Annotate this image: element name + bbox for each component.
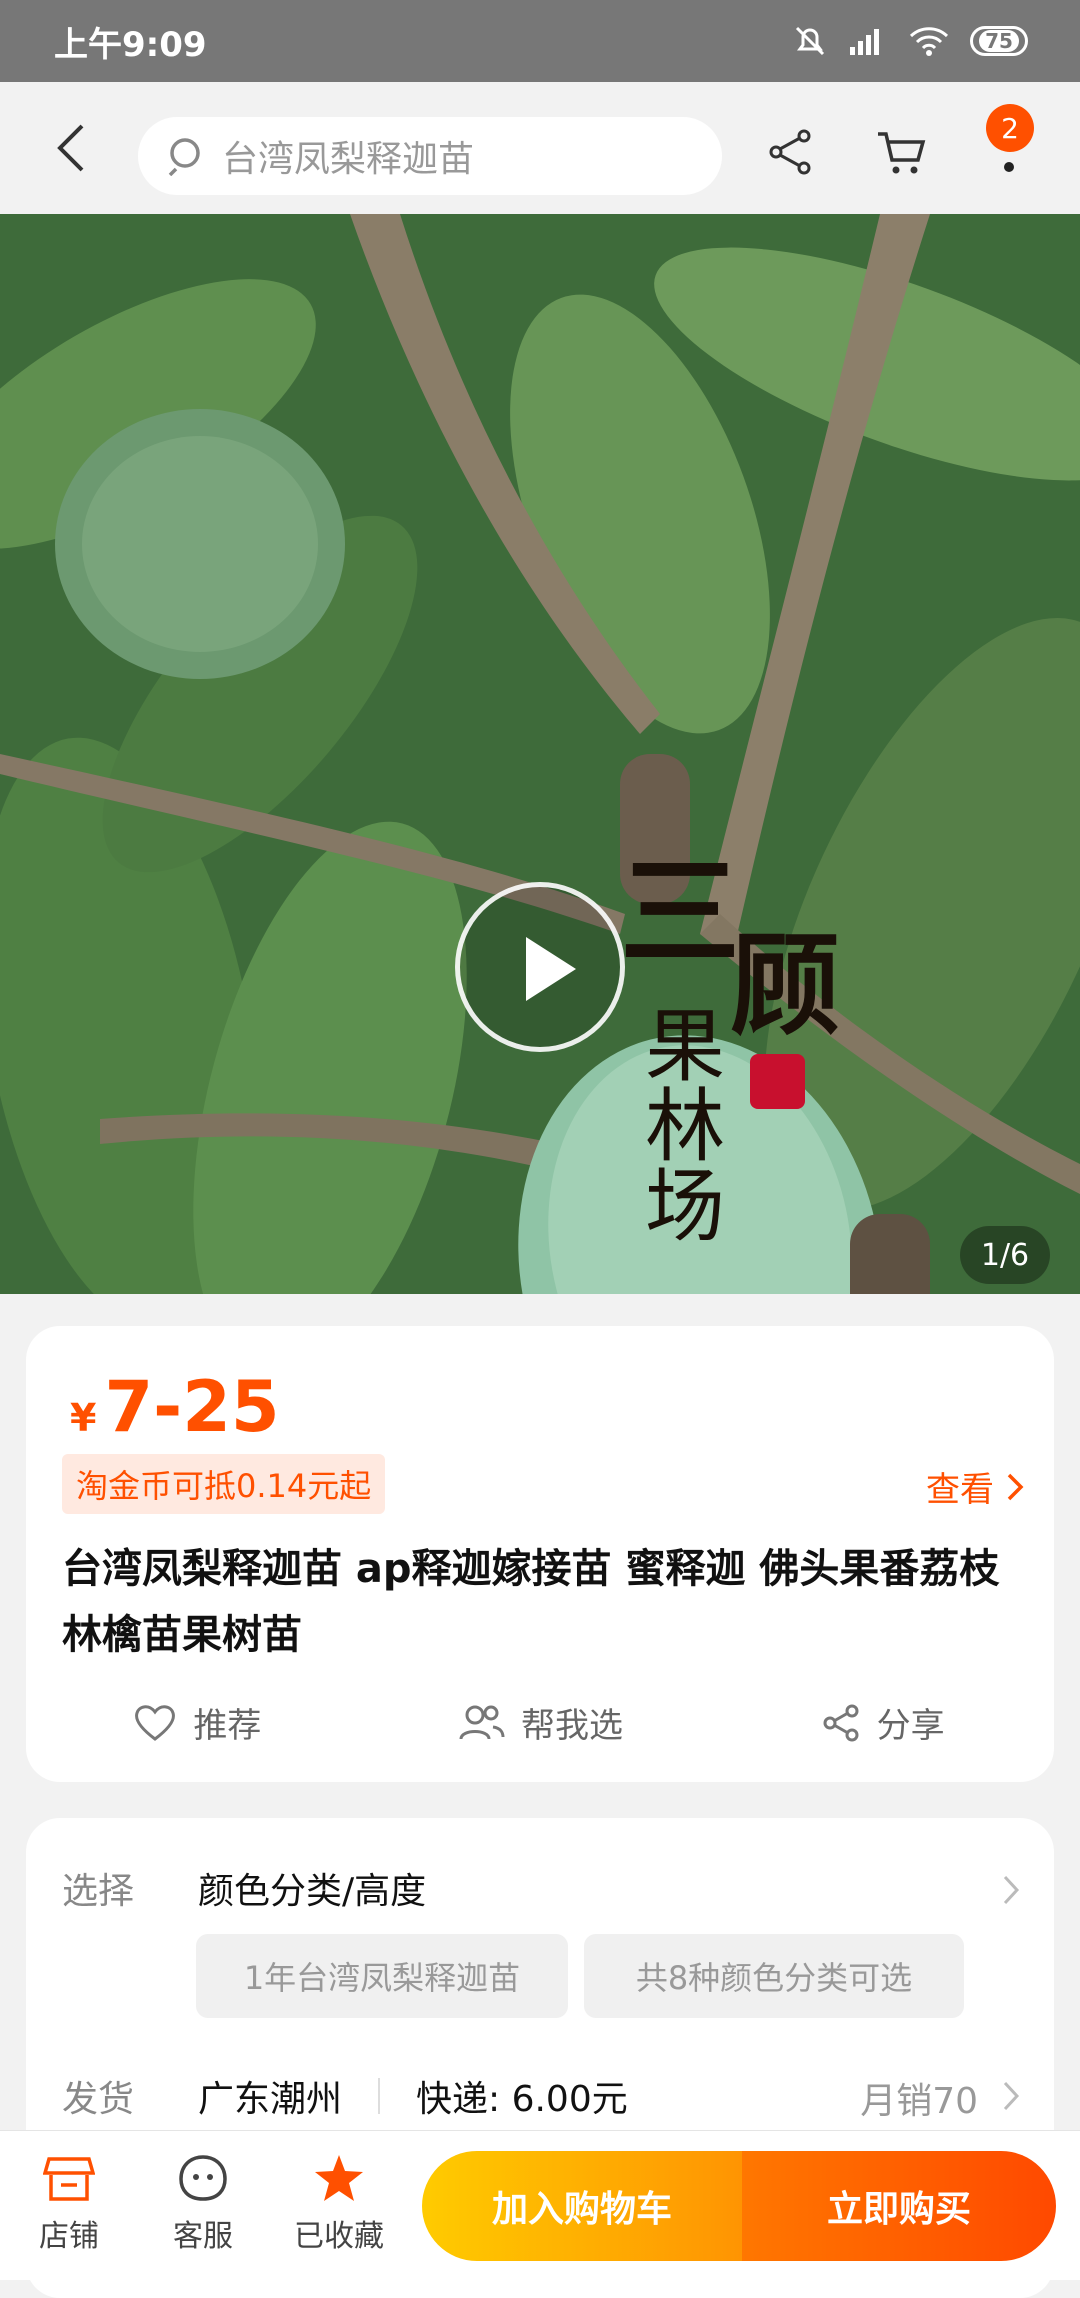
monthly-sales: 月销70 — [860, 2081, 978, 2122]
product-actions: 推荐 帮我选 分享 — [26, 1698, 1054, 1747]
shipping-row[interactable]: 发货 广东潮州 快递: 6.00元 — [62, 2070, 628, 2122]
store-label: 店铺 — [39, 2219, 99, 2254]
help-me-choose-button[interactable]: 帮我选 — [369, 1698, 712, 1747]
price-value: 7-25 — [104, 1366, 280, 1448]
status-icons: 75 — [792, 23, 1028, 59]
select-row[interactable]: 选择 颜色分类/高度 — [62, 1862, 426, 1914]
store-icon — [43, 2157, 95, 2201]
message-badge[interactable]: 2 — [986, 104, 1034, 152]
cart-icon[interactable] — [872, 122, 932, 182]
option-chip[interactable]: 共8种颜色分类可选 — [584, 1934, 964, 2018]
add-to-cart-button[interactable]: 加入购物车 — [422, 2151, 742, 2261]
chevron-right-icon[interactable] — [1002, 1874, 1020, 1906]
people-icon — [459, 1705, 505, 1739]
back-icon[interactable] — [52, 118, 92, 178]
divider — [378, 2078, 381, 2114]
more-menu-icon[interactable] — [1004, 162, 1014, 172]
recommend-label: 推荐 — [193, 1706, 262, 1746]
search-icon — [168, 138, 200, 176]
buy-now-button[interactable]: 立即购买 — [742, 2151, 1056, 2261]
top-nav: 台湾凤梨释迦苗 2 — [0, 82, 1080, 214]
view-link[interactable]: 查看 — [926, 1462, 1024, 1511]
mute-icon — [795, 26, 825, 56]
share-button[interactable]: 分享 — [711, 1698, 1054, 1747]
help-me-choose-label: 帮我选 — [521, 1706, 623, 1746]
image-counter: 1/6 — [960, 1226, 1050, 1284]
product-photo: 三 顾 果 林 场 — [0, 214, 1080, 1294]
star-icon — [315, 2155, 363, 2201]
signal-icon — [850, 29, 879, 55]
search-placeholder: 台湾凤梨释迦苗 — [222, 139, 475, 180]
price-card: ¥ 7-25 淘金币可抵0.14元起 查看 台湾凤梨释迦苗 ap释迦嫁接苗 蜜释… — [26, 1326, 1054, 1782]
recommend-button[interactable]: 推荐 — [26, 1698, 369, 1747]
svg-text:顾: 顾 — [730, 921, 840, 1050]
svg-text:场: 场 — [645, 1160, 725, 1253]
share-icon[interactable] — [760, 122, 820, 182]
chevron-right-icon[interactable] — [1002, 2080, 1020, 2112]
share-icon — [823, 1704, 859, 1741]
ship-label: 发货 — [62, 2079, 135, 2120]
favorite-button[interactable]: 已收藏 — [284, 2153, 394, 2255]
store-button[interactable]: 店铺 — [14, 2153, 124, 2255]
chevron-right-icon — [1007, 1473, 1024, 1500]
share-label: 分享 — [876, 1706, 945, 1746]
search-bar[interactable]: 台湾凤梨释迦苗 — [138, 117, 722, 195]
ship-fee: 快递: 6.00元 — [416, 2079, 628, 2120]
svg-text:三: 三 — [620, 842, 740, 983]
select-label: 选择 — [62, 1871, 135, 1912]
coin-offer-badge[interactable]: 淘金币可抵0.14元起 — [62, 1454, 386, 1514]
play-video-button[interactable] — [455, 882, 625, 1052]
option-chip[interactable]: 1年台湾凤梨释迦苗 — [196, 1934, 568, 2018]
ship-origin: 广东潮州 — [198, 2079, 343, 2120]
service-icon — [179, 2155, 227, 2201]
bottom-action-bar: 店铺 客服 已收藏 加入购物车 立即购买 — [0, 2130, 1080, 2280]
heart-icon — [135, 1704, 176, 1741]
service-label: 客服 — [173, 2219, 233, 2254]
currency-symbol: ¥ — [70, 1396, 97, 1440]
price: ¥ 7-25 — [70, 1366, 280, 1448]
select-value: 颜色分类/高度 — [198, 1871, 427, 1912]
product-title: 台湾凤梨释迦苗 ap释迦嫁接苗 蜜释迦 佛头果番荔枝 林檎苗果树苗 — [62, 1546, 1000, 1658]
battery-icon: 75 — [970, 26, 1028, 56]
battery-level: 75 — [979, 30, 1019, 52]
product-image-gallery[interactable]: 三 顾 果 林 场 1/6 — [0, 214, 1080, 1294]
wifi-icon — [909, 27, 949, 56]
status-bar: 上午9:09 75 — [0, 0, 1080, 82]
status-time: 上午9:09 — [54, 24, 207, 65]
view-link-label: 查看 — [926, 1470, 994, 1510]
customer-service-button[interactable]: 客服 — [148, 2153, 258, 2255]
favorited-label: 已收藏 — [294, 2219, 384, 2254]
